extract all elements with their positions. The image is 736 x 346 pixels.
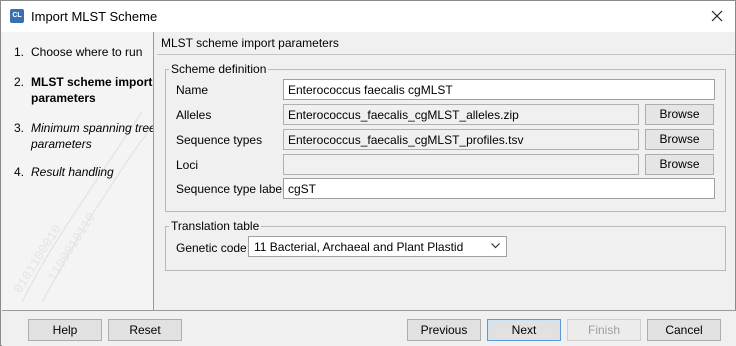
close-icon	[711, 10, 723, 22]
window-title: Import MLST Scheme	[31, 9, 158, 24]
step-label: MLST scheme import parameters	[31, 75, 153, 105]
panel-divider	[157, 54, 735, 55]
step-number: 4.	[14, 165, 25, 179]
loci-field[interactable]	[283, 154, 639, 175]
chevron-down-icon	[491, 243, 500, 249]
next-button[interactable]: Next	[487, 319, 561, 341]
step-label: Choose where to run	[31, 45, 143, 59]
wizard-steps-sidebar: 0101100010 1100010110 1. Choose where to…	[2, 32, 154, 310]
alleles-field[interactable]: Enterococcus_faecalis_cgMLST_alleles.zip	[283, 104, 639, 125]
sequence-types-browse-button[interactable]: Browse	[645, 129, 714, 150]
name-field[interactable]: Enterococcus faecalis cgMLST	[283, 79, 715, 100]
finish-button[interactable]: Finish	[567, 319, 641, 341]
step-number: 1.	[14, 45, 25, 59]
step-number: 2.	[14, 75, 25, 89]
import-mlst-dialog: CL Import MLST Scheme 0101100010 1100010…	[0, 0, 736, 346]
loci-browse-button[interactable]: Browse	[645, 154, 714, 175]
app-icon: CL	[10, 9, 24, 23]
alleles-label: Alleles	[176, 108, 212, 122]
alleles-browse-button[interactable]: Browse	[645, 104, 714, 125]
genetic-code-label: Genetic code	[176, 241, 247, 255]
reset-button[interactable]: Reset	[108, 319, 182, 341]
loci-label: Loci	[176, 158, 199, 172]
step-label: Result handling	[31, 165, 114, 179]
step-number: 3.	[14, 121, 25, 135]
cancel-button[interactable]: Cancel	[647, 319, 721, 341]
dialog-footer: Help Reset Previous Next Finish Cancel	[2, 310, 736, 346]
name-label: Name	[176, 83, 209, 97]
sequence-types-label: Sequence types	[176, 133, 263, 147]
step-label: Minimum spanning tree parameters	[31, 121, 154, 151]
genetic-code-value: 11 Bacterial, Archaeal and Plant Plastid	[254, 240, 464, 254]
genetic-code-select[interactable]: 11 Bacterial, Archaeal and Plant Plastid	[248, 236, 507, 257]
previous-button[interactable]: Previous	[407, 319, 481, 341]
sequence-types-field[interactable]: Enterococcus_faecalis_cgMLST_profiles.ts…	[283, 129, 639, 150]
panel-title: MLST scheme import parameters	[161, 36, 339, 50]
translation-table-legend: Translation table	[169, 219, 262, 233]
help-button[interactable]: Help	[28, 319, 102, 341]
sequence-type-label-field[interactable]: cgST	[283, 178, 715, 199]
sequence-type-label-label: Sequence type label	[176, 182, 285, 196]
title-bar: CL Import MLST Scheme	[1, 1, 735, 32]
scheme-definition-legend: Scheme definition	[169, 62, 269, 76]
close-button[interactable]	[703, 3, 731, 29]
